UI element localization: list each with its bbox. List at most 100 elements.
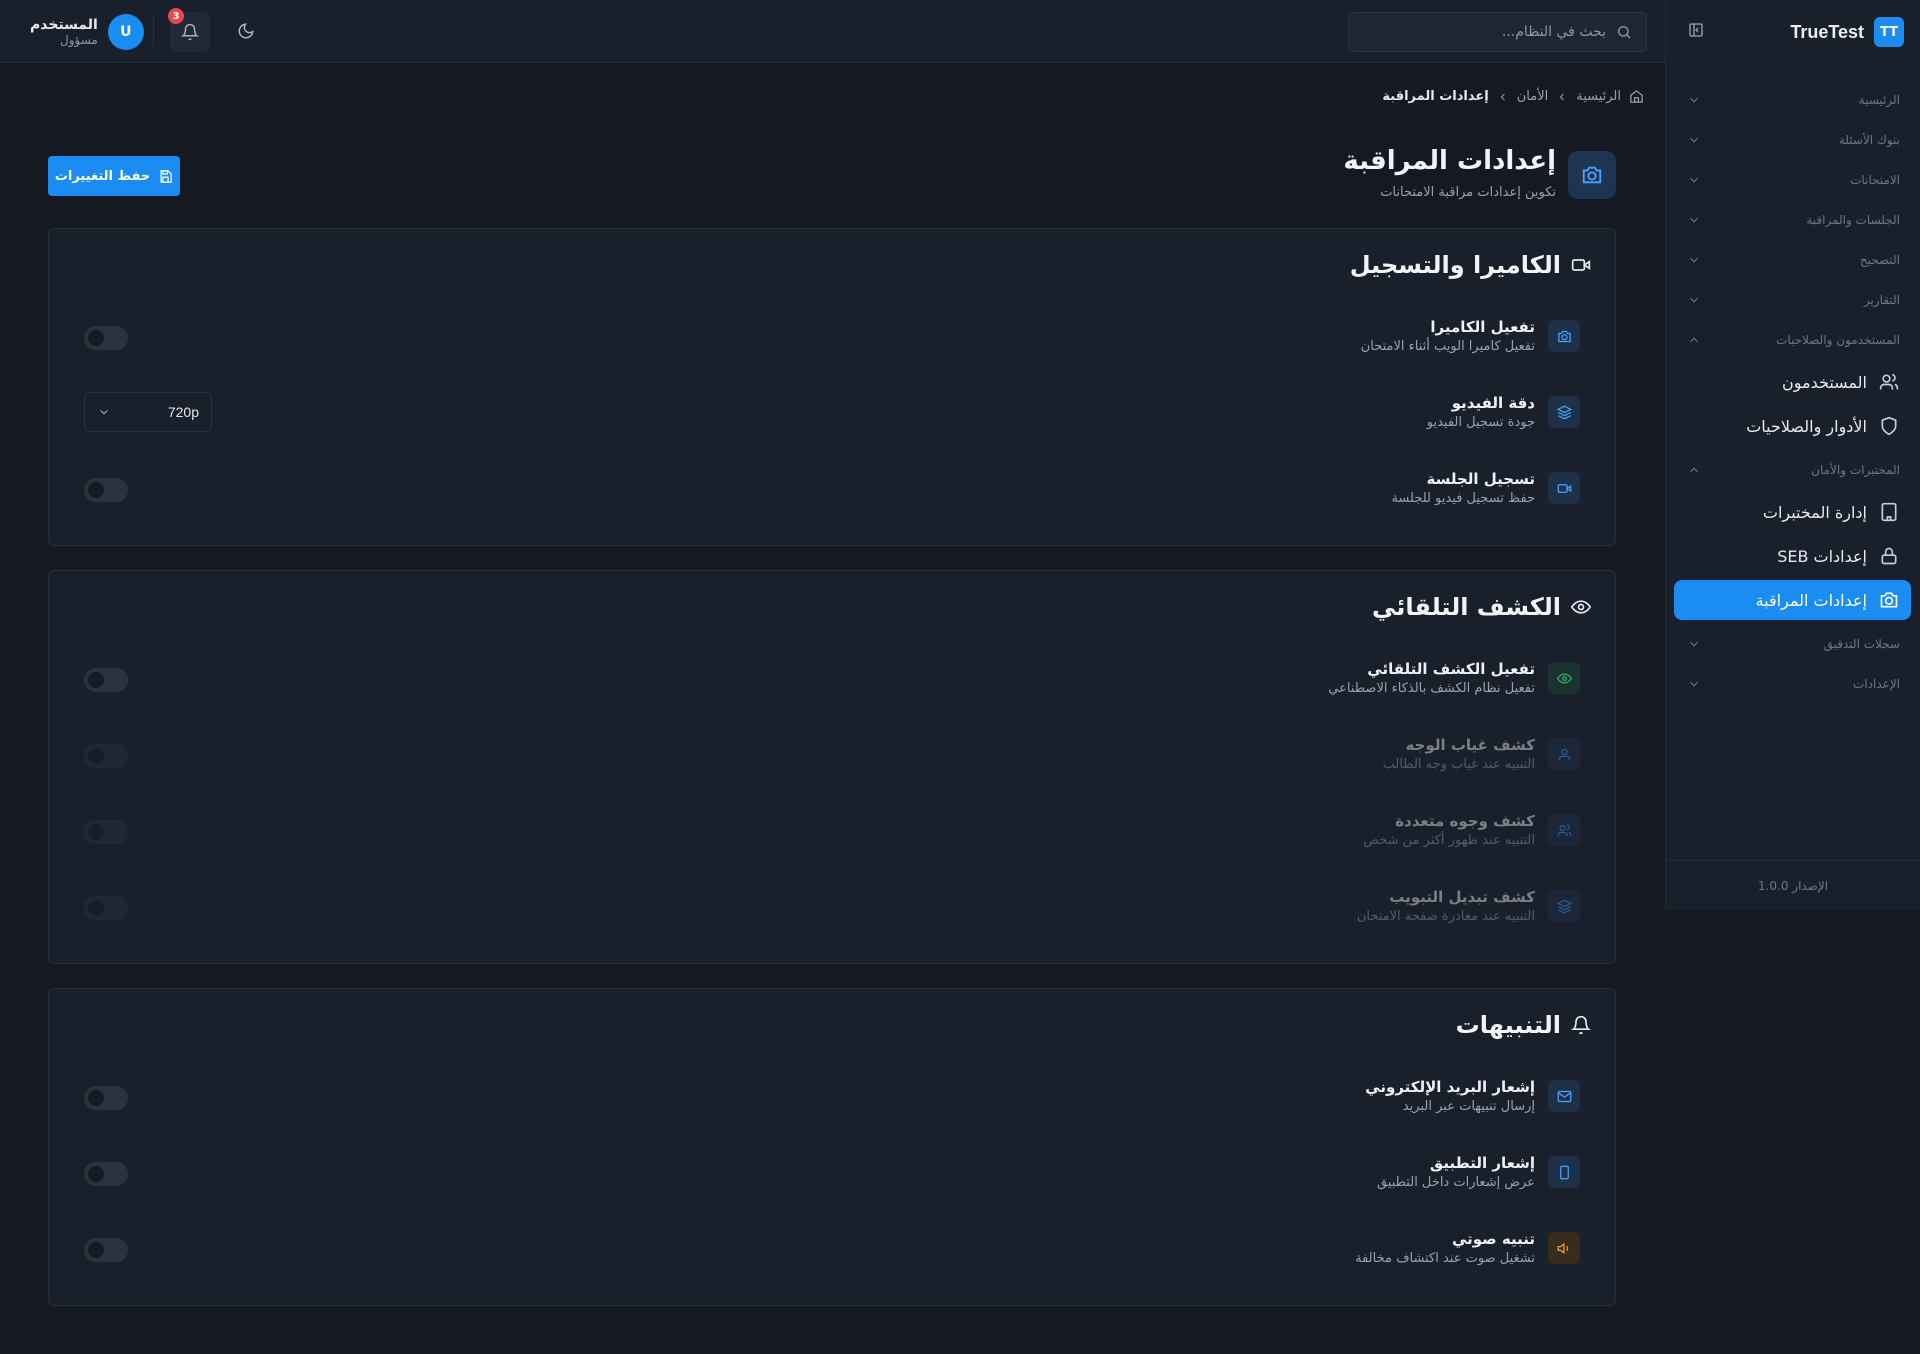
sidebar-section-label: الإعدادات [1853,677,1900,691]
notifications-button[interactable]: 3 [168,8,210,52]
user-menu[interactable]: U المستخدم مسؤول [30,14,144,50]
sidebar-section-sessions[interactable]: الجلسات والمراقبة [1665,200,1920,240]
sidebar-section-reports[interactable]: التقارير [1665,280,1920,320]
save-button[interactable]: حفظ التغييرات [48,156,180,196]
enable-camera-toggle[interactable] [84,326,128,350]
alerts-card: التنبيهات إشعار البريد الإلكتروني إرسال … [48,988,1616,1306]
bell-icon [1571,1015,1591,1035]
user-name: المستخدم [30,17,98,33]
save-button-label: حفظ التغييرات [54,168,151,184]
sidebar-section-users-permissions[interactable]: المستخدمون والصلاحيات [1665,320,1920,360]
layers-icon [1548,890,1580,922]
sidebar-collapse-icon[interactable] [1688,22,1704,38]
setting-title: كشف وجوه متعددة [1395,812,1535,830]
enable-detection-toggle[interactable] [84,668,128,692]
chevron-down-icon [1690,641,1698,647]
sidebar-section-labs-security[interactable]: المختبرات والأمان [1665,450,1920,490]
camera-icon [1548,320,1580,352]
sidebar-section-label: الجلسات والمراقبة [1806,213,1900,227]
users-icon [1879,373,1899,390]
sound-alert-toggle[interactable] [84,1238,128,1262]
card-title-text: الكاميرا والتسجيل [1349,251,1561,279]
search-icon [1618,26,1631,39]
sidebar-section-exams[interactable]: الامتحانات [1665,160,1920,200]
chevron-down-icon [1690,177,1698,183]
setting-row-app-notification: إشعار التطبيق عرض إشعارات داخل التطبيق [84,1147,1580,1197]
setting-row-tab-switch: كشف تبديل التبويب التنبيه عند مغادرة صفح… [84,881,1580,931]
app-notification-toggle[interactable] [84,1162,128,1186]
card-title-text: التنبيهات [1455,1011,1561,1039]
layers-icon [1548,396,1580,428]
email-notification-toggle[interactable] [84,1086,128,1110]
setting-title: دقة الفيديو [1451,394,1535,412]
sidebar-section-label: بنوك الأسئلة [1838,133,1900,147]
breadcrumb-current: إعدادات المراقبة [1382,89,1489,104]
breadcrumb: الرئيسية الأمان إعدادات المراقبة [1382,89,1644,104]
sidebar-section-label: الامتحانات [1850,173,1900,187]
divider [153,16,154,46]
sidebar-section-label: المستخدمون والصلاحيات [1776,333,1900,347]
video-quality-select[interactable]: 720p [84,392,212,432]
topbar: بحث في النظام... 3 U المستخدم مسؤول [0,0,1665,63]
sidebar-section-audit-logs[interactable]: سجلات التدقيق [1665,624,1920,664]
setting-description: تشغيل صوت عند اكتشاف مخالفة [1355,1251,1535,1266]
setting-title: تفعيل الكشف التلقائي [1367,660,1535,678]
sidebar-item-labs[interactable]: إدارة المختبرات [1674,492,1911,532]
sidebar-item-label: إعدادات المراقبة [1755,590,1867,610]
session-recording-toggle[interactable] [84,478,128,502]
setting-title: كشف تبديل التبويب [1389,888,1535,906]
moon-icon[interactable] [237,22,255,40]
volume-icon [1548,1232,1580,1264]
setting-row-enable-detection: تفعيل الكشف التلقائي تفعيل نظام الكشف با… [84,653,1580,703]
setting-description: تفعيل كاميرا الويب أثناء الامتحان [1360,339,1535,354]
breadcrumb-home[interactable]: الرئيسية [1576,89,1621,104]
video-icon [1571,259,1591,271]
breadcrumb-security[interactable]: الأمان [1517,89,1549,104]
building-icon [1881,502,1897,522]
sidebar-section-home[interactable]: الرئيسية [1665,80,1920,120]
avatar: U [107,14,144,50]
chevron-down-icon [1690,217,1698,223]
sidebar-section-label: المختبرات والأمان [1811,463,1900,477]
setting-row-sound-alert: تنبيه صوتي تشغيل صوت عند اكتشاف مخالفة [84,1223,1580,1273]
sidebar-item-roles[interactable]: الأدوار والصلاحيات [1674,406,1911,446]
sidebar-item-proctoring[interactable]: إعدادات المراقبة [1674,580,1911,620]
search-input[interactable]: بحث في النظام... [1348,12,1647,52]
sidebar-item-label: الأدوار والصلاحيات [1746,416,1867,436]
chevron-down-icon [1690,297,1698,303]
brand[interactable]: TT TrueTest [1790,17,1904,47]
page-title: إعدادات المراقبة [1343,146,1556,176]
setting-row-enable-camera: تفعيل الكاميرا تفعيل كاميرا الويب أثناء … [84,311,1580,361]
sidebar-item-seb[interactable]: إعدادات SEB [1674,536,1911,576]
setting-description: التنبيه عند مغادرة صفحة الامتحان [1356,909,1535,924]
search-placeholder: بحث في النظام... [1501,24,1606,40]
sidebar-section-grading[interactable]: التصحيح [1665,240,1920,280]
shield-icon [1881,416,1897,436]
brand-logo: TT [1874,17,1904,47]
sidebar-section-settings[interactable]: الإعدادات [1665,664,1920,704]
select-value: 720p [167,404,199,420]
home-icon[interactable] [1629,89,1644,104]
smartphone-icon [1548,1156,1580,1188]
sidebar-section-question-banks[interactable]: بنوك الأسئلة [1665,120,1920,160]
setting-row-email-notification: إشعار البريد الإلكتروني إرسال تنبيهات عب… [84,1071,1580,1121]
auto-detection-card: الكشف التلقائي تفعيل الكشف التلقائي تفعي… [48,570,1616,964]
setting-row-video-quality: دقة الفيديو جودة تسجيل الفيديو 720p [84,387,1580,437]
face-absence-toggle[interactable] [84,744,128,768]
sidebar-item-users[interactable]: المستخدمون [1674,362,1911,402]
setting-row-session-recording: تسجيل الجلسة حفظ تسجيل فيديو للجلسة [84,463,1580,513]
chevron-left-icon [1560,93,1565,100]
setting-row-multiple-faces: كشف وجوه متعددة التنبيه عند ظهور أكثر من… [84,805,1580,855]
sidebar-section-label: التقارير [1863,293,1900,307]
sidebar-item-label: المستخدمون [1782,372,1867,392]
user-role: مسؤول [59,33,98,47]
setting-description: عرض إشعارات داخل التطبيق [1376,1175,1535,1190]
multiple-faces-toggle[interactable] [84,820,128,844]
sidebar-section-label: سجلات التدقيق [1823,637,1900,651]
card-title-text: الكشف التلقائي [1372,593,1561,621]
eye-icon [1548,662,1580,694]
brand-name: TrueTest [1790,21,1864,42]
chevron-up-icon [1690,467,1698,473]
version-label: الإصدار 1.0.0 [1666,860,1920,910]
tab-switch-toggle[interactable] [84,896,128,920]
